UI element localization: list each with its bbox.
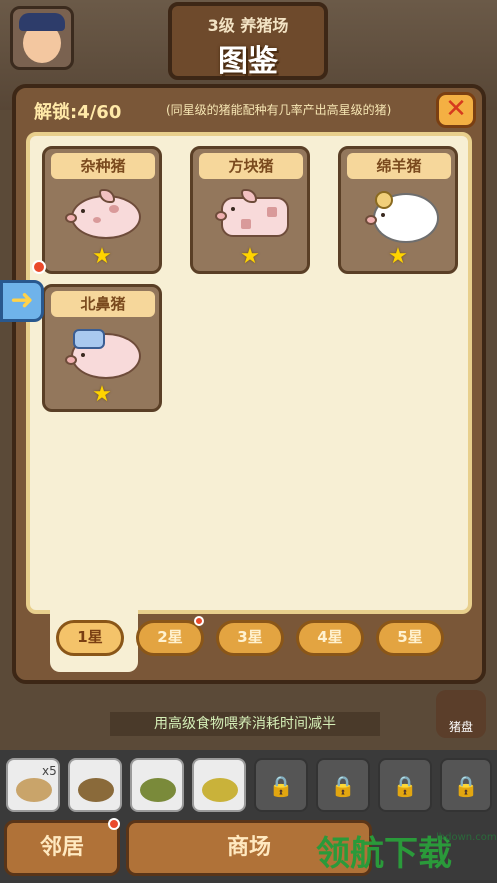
beans-icon [140,778,176,802]
lock-icon: 🔒 [330,774,356,798]
avatar-hat [19,13,65,31]
player-avatar[interactable] [10,6,74,70]
card-spotted-pig[interactable]: 杂种猪 ★ [42,146,162,274]
collection-grid: 杂种猪 ★ 方块猪 ★ 绵羊猪 ★ 北鼻猪 ★ [26,132,472,614]
close-icon: ✕ [445,94,467,124]
feeding-tip: 用高级食物喂养消耗时间减半 [110,712,380,736]
locked-slot: 🔒 [378,758,432,812]
watermark-url: lhdown.com [436,832,497,843]
card-label: 北鼻猪 [51,291,155,317]
collection-panel: 解锁:4/60 (同星级的猪能配种有几率产出高星级的猪) ✕ 杂种猪 ★ 方块猪 [12,84,486,684]
arrow-right-icon: ➜ [10,283,34,316]
corn-icon [202,778,238,802]
tab-3-star[interactable]: 3星 [216,620,284,656]
tab-2-star[interactable]: 2星 [136,620,204,656]
lock-icon: 🔒 [453,774,479,798]
card-sheep-pig[interactable]: 绵羊猪 ★ [338,146,458,274]
square-pig-icon [211,189,293,245]
unlock-count: 解锁:4/60 [34,102,122,123]
food-slot-1[interactable]: x5 [6,758,60,812]
lock-icon: 🔒 [392,774,418,798]
sheep-pig-icon [359,189,441,245]
food-slot-4[interactable] [192,758,246,812]
watermark-text: 领航下载 [316,834,452,874]
locked-slot: 🔒 [440,758,492,812]
breeding-hint: (同星级的猪能配种有几率产出高星级的猪) [166,103,392,117]
neighbors-badge [108,818,120,830]
grain-icon [16,778,52,802]
card-label: 绵羊猪 [347,153,451,179]
item-count: x5 [42,764,57,778]
food-slot-3[interactable] [130,758,184,812]
farm-level-label: 3级 养猪场 [207,16,289,35]
card-label: 杂种猪 [51,153,155,179]
side-menu-label: 猪盘 [448,720,473,734]
side-menu-button[interactable]: 猪盘 [436,690,486,738]
lock-icon: 🔒 [268,774,294,798]
food-slot-2[interactable] [68,758,122,812]
tab-badge [194,616,204,626]
star-icon: ★ [92,382,112,407]
card-baby-pig[interactable]: 北鼻猪 ★ [42,284,162,412]
nuts-icon [78,778,114,802]
page-title: 图鉴 [218,44,278,79]
card-label: 方块猪 [199,153,303,179]
side-arrow-button[interactable]: ➜ [0,280,44,322]
tab-1-star[interactable]: 1星 [56,620,124,656]
title-sign: 3级 养猪场 图鉴 [168,2,328,80]
locked-slot: 🔒 [316,758,370,812]
notification-badge [32,260,46,274]
card-square-pig[interactable]: 方块猪 ★ [190,146,310,274]
baby-pig-icon [63,327,145,383]
star-icon: ★ [388,244,408,269]
spotted-pig-icon [63,189,145,245]
star-icon: ★ [92,244,112,269]
neighbors-button[interactable]: 邻居 [4,820,120,876]
locked-slot: 🔒 [254,758,308,812]
close-button[interactable]: ✕ [436,92,476,128]
tab-5-star[interactable]: 5星 [376,620,444,656]
star-icon: ★ [240,244,260,269]
tab-4-star[interactable]: 4星 [296,620,364,656]
